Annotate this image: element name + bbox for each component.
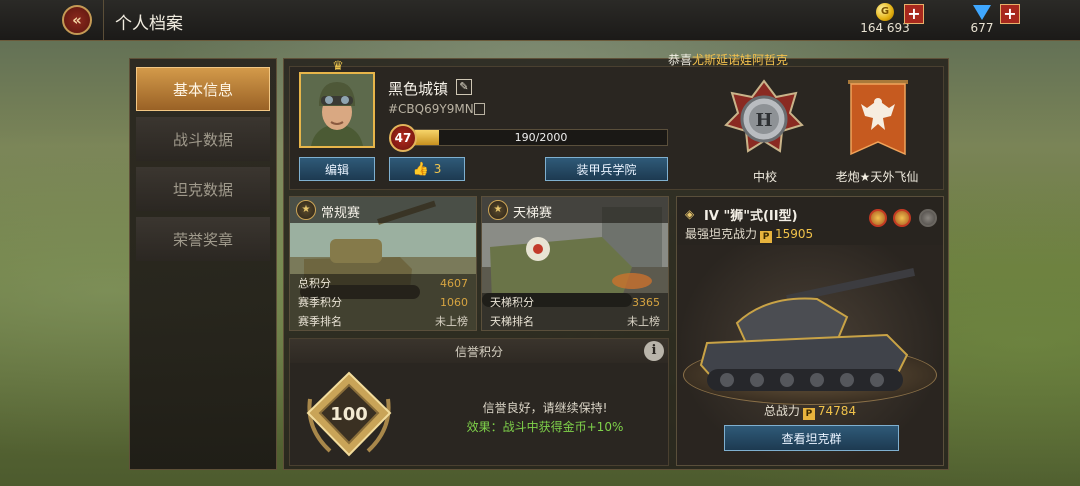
xp-progress-bar: 190/2000 (414, 129, 668, 146)
add-gems-button[interactable]: + (1000, 4, 1020, 24)
sidebar-item-label: 基本信息 (172, 80, 233, 99)
tank-name: IV "狮"式(II型) (704, 205, 798, 224)
sidebar-item-label: 战斗数据 (172, 130, 233, 149)
divider (103, 0, 104, 40)
xp-progress-text: 190/2000 (514, 131, 568, 144)
stat-label: 赛季积分 (298, 296, 342, 309)
ladder-match-title: 天梯赛 (513, 206, 553, 221)
stat-label: 天梯排名 (490, 315, 534, 328)
svg-text:H: H (755, 110, 772, 131)
sidebar-item-tank-data[interactable]: 坦克数据 (136, 167, 270, 211)
stat-label: 总积分 (298, 277, 331, 290)
stat-row: 赛季排名 未上榜 (290, 312, 476, 330)
power-icon: P (802, 408, 815, 420)
mode-header: ★ 天梯赛 (482, 197, 668, 223)
like-button[interactable]: 👍 3 (389, 157, 465, 181)
sidebar-item-label: 荣誉奖章 (172, 230, 233, 249)
stat-value: 1060 (440, 296, 468, 309)
ladder-match-card[interactable]: ★ 天梯赛 天梯积分 3365 天梯排名 未上榜 (481, 196, 669, 331)
add-gold-button[interactable]: + (904, 4, 924, 24)
stat-row: 总积分 4607 (290, 274, 476, 293)
total-power-value: 74784 (817, 404, 857, 418)
total-power-label: 总战力 (763, 404, 800, 418)
sidebar-item-honor-medals[interactable]: 荣誉奖章 (136, 217, 270, 261)
tank-model-icon (699, 268, 915, 391)
rank-label: 中校 (752, 170, 777, 184)
plus-icon: + (1003, 4, 1017, 23)
stat-label: 赛季排名 (298, 315, 342, 328)
edit-button-label: 编辑 (324, 162, 349, 177)
stat-value: 4607 (440, 277, 468, 290)
player-id: #CBQ69Y9MN (388, 102, 474, 116)
coin-icon: G (876, 3, 894, 21)
tank-tier: IV (704, 209, 719, 224)
armor-academy-label: 装甲兵学院 (576, 162, 637, 177)
credit-score-effect: 效果：战斗中获得金币+10% (466, 420, 624, 434)
gold-medal-icon (869, 209, 887, 227)
like-count: 3 (433, 162, 442, 176)
plus-icon: + (907, 4, 921, 23)
edit-name-icon[interactable]: ✎ (456, 79, 472, 95)
back-button[interactable]: « (62, 5, 92, 35)
credit-score-header: 信誉积分 i (290, 339, 668, 363)
rank-medal-icon[interactable]: H (724, 79, 804, 159)
sidebar-menu: 基本信息 战斗数据 坦克数据 荣誉奖章 (129, 58, 277, 470)
sidebar-item-basic-info[interactable]: 基本信息 (136, 67, 270, 111)
ladder-match-icon: ★ (488, 200, 508, 220)
strongest-power-value: 15905 (775, 227, 814, 241)
mode-header: ★ 常规赛 (290, 197, 476, 223)
view-tanks-button[interactable]: 查看坦克群 (724, 425, 899, 451)
stat-value: 3365 (632, 296, 660, 309)
credit-score-emblem-icon: 100 (306, 371, 392, 457)
total-power-row: 总战力 P 74784 (677, 402, 943, 420)
congrats-player-name: 尤斯延诺娃阿哲克 (692, 53, 789, 67)
title-banner-icon[interactable] (847, 80, 909, 160)
stat-value: 未上榜 (435, 315, 468, 328)
player-name: 黑色城镇 (388, 80, 449, 98)
player-title-label: 老炮★天外飞仙 (835, 170, 919, 184)
stat-value: 未上榜 (627, 315, 660, 328)
thumbs-up-icon: 👍 (412, 161, 429, 177)
armor-academy-button[interactable]: 装甲兵学院 (545, 157, 668, 181)
diamond-icon (973, 5, 991, 20)
locked-medal-icon (919, 209, 937, 227)
power-icon: P (760, 231, 773, 243)
edit-button[interactable]: 编辑 (299, 157, 375, 181)
tank-model-name: "狮"式(II型) (723, 209, 798, 224)
regular-match-card[interactable]: ★ 常规赛 总积分 4607 赛季积分 1060 赛季排名 未上榜 (289, 196, 477, 331)
stat-row: 天梯积分 3365 (482, 293, 668, 312)
top-bar: « 个人档案 G 164 693 + 677 + (0, 0, 1080, 41)
tank-header: ◈ IV "狮"式(II型) 最强坦克战力 P 15905 (677, 197, 943, 245)
soldier-portrait-icon (301, 74, 373, 146)
regular-match-icon: ★ (296, 200, 316, 220)
regular-match-title: 常规赛 (321, 206, 361, 221)
level-badge: 47 (389, 124, 417, 152)
sidebar-item-label: 坦克数据 (172, 180, 233, 199)
avatar[interactable] (299, 72, 375, 148)
gold-medal-icon (893, 209, 911, 227)
stat-label: 天梯积分 (490, 296, 534, 309)
sidebar-item-battle-data[interactable]: 战斗数据 (136, 117, 270, 161)
info-icon[interactable]: i (644, 341, 664, 361)
credit-score-message: 信誉良好，请继续保持! (482, 401, 608, 415)
gem-display: 677 (966, 3, 998, 35)
stat-row: 赛季积分 1060 (290, 293, 476, 312)
page-title: 个人档案 (115, 14, 183, 34)
copy-icon[interactable] (474, 103, 485, 115)
double-chevron-left-icon: « (72, 11, 82, 29)
congrats-prefix: 恭喜 (668, 53, 693, 67)
credit-score-value: 100 (330, 404, 368, 425)
gem-amount: 677 (970, 21, 994, 35)
strongest-power-row: 最强坦克战力 P 15905 (685, 225, 813, 243)
credit-score-title: 信誉积分 (454, 345, 503, 359)
tank-class-icon: ◈ (685, 207, 695, 221)
strongest-power-label: 最强坦克战力 (685, 227, 758, 241)
view-tanks-label: 查看坦克群 (781, 431, 842, 446)
credit-score-panel: 信誉积分 i 100 信誉良好，请继续保持! 效果：战斗中获得金币+10% (289, 338, 669, 466)
stat-row: 天梯排名 未上榜 (482, 312, 668, 330)
